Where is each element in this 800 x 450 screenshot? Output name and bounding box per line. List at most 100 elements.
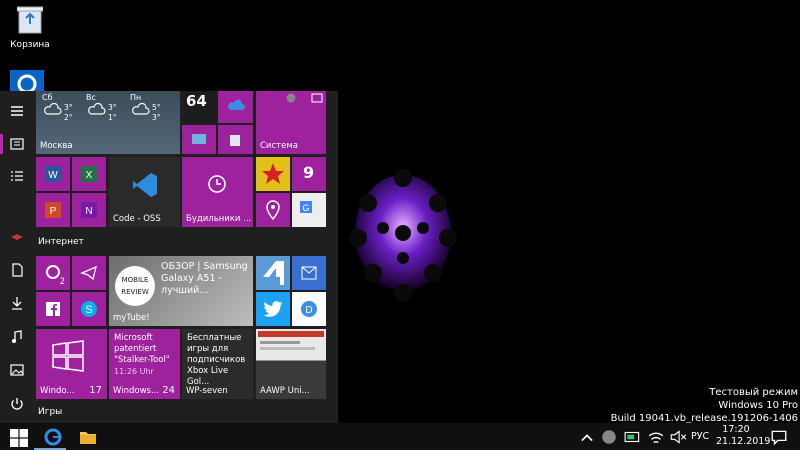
skype-icon: S xyxy=(81,301,97,317)
weather-high: 3° xyxy=(64,103,73,112)
weather-high: 3° xyxy=(108,103,117,112)
twitter-tile[interactable] xyxy=(256,292,290,326)
windows-tile-label: Windo... xyxy=(40,386,75,396)
windows-start-icon[interactable] xyxy=(10,429,28,447)
counter-tile[interactable]: 2 xyxy=(36,256,70,290)
recycle-bin[interactable]: Корзина xyxy=(6,4,54,50)
weather-day-name: Сб xyxy=(42,93,53,102)
chevron-up-icon[interactable] xyxy=(578,429,596,447)
onenote-tile[interactable]: N xyxy=(72,193,106,227)
news-headline: ОБЗОР | Samsung Galaxy A51 - лучший... xyxy=(161,261,248,296)
d-app-tile[interactable]: D xyxy=(292,292,326,326)
test-mode-watermark: Тестовый режим Windows 10 Pro Build 1904… xyxy=(611,386,798,425)
music-icon[interactable] xyxy=(9,329,25,345)
windows-logo-icon xyxy=(52,340,84,372)
store-tile[interactable] xyxy=(218,125,253,154)
translate-tile[interactable]: G xyxy=(292,193,326,227)
action-center-icon[interactable] xyxy=(770,428,788,446)
star-app-tile[interactable] xyxy=(256,157,290,191)
onedrive-tile[interactable] xyxy=(218,91,253,123)
tiles-icon[interactable] xyxy=(9,136,25,152)
tile-4[interactable] xyxy=(256,256,290,290)
twitter-icon xyxy=(263,301,282,317)
wallpaper-spiky-sphere xyxy=(349,169,457,302)
wp-seven-tile[interactable]: Бесплатные игры для подписчиков Xbox Liv… xyxy=(182,329,253,399)
weather-day-name: Вс xyxy=(86,93,96,102)
screenshot-preview-icon xyxy=(258,331,324,350)
alarms-tile[interactable]: Будильники ... xyxy=(182,157,253,227)
rail-selection-indicator xyxy=(0,134,3,154)
system-tile-label: Система xyxy=(260,141,298,151)
mytube-news-tile[interactable]: MOBILE REVIEW ОБЗОР | Samsung Galaxy A51… xyxy=(109,256,253,326)
windows-news-badge: 24 xyxy=(162,385,175,396)
pictures-icon[interactable] xyxy=(9,362,25,378)
weather-city: Москва xyxy=(40,141,73,151)
powerpoint-icon: P xyxy=(45,202,61,218)
svg-text:D: D xyxy=(305,305,312,316)
mail-tile[interactable] xyxy=(292,256,326,290)
aawp-tile[interactable]: AAWP Uni... xyxy=(256,329,326,399)
maps-tile[interactable] xyxy=(256,193,290,227)
all-apps-icon[interactable] xyxy=(9,169,25,185)
input-language[interactable]: РУС xyxy=(691,431,709,442)
windows-tile[interactable]: Windo... 17 xyxy=(36,329,107,399)
user-app-icon[interactable] xyxy=(9,229,25,245)
file-explorer-icon[interactable] xyxy=(79,428,97,446)
excel-icon: X xyxy=(81,166,97,182)
clock-time: 17:20 xyxy=(722,424,750,435)
facebook-tile[interactable] xyxy=(36,292,70,326)
tile-9[interactable]: 9 xyxy=(292,157,326,191)
powerpoint-tile[interactable]: P xyxy=(36,193,70,227)
counter-badge: 2 xyxy=(59,277,65,287)
system-icon xyxy=(311,93,323,103)
telegram-icon xyxy=(80,265,97,281)
four-icon xyxy=(263,261,284,285)
microsoft-news-text: Microsoft patentiert "Stalker-Tool" xyxy=(114,333,170,365)
recycle-bin-label: Корзина xyxy=(10,40,50,50)
code-oss-tile[interactable]: Code - OSS xyxy=(109,157,180,227)
watermark-line1: Тестовый режим xyxy=(709,387,798,398)
weather-low: 2° xyxy=(64,113,73,122)
facebook-icon xyxy=(46,302,60,316)
d-app-icon: D xyxy=(301,301,317,317)
telegram-tile[interactable] xyxy=(72,256,106,290)
alarms-label: Будильники ... xyxy=(186,214,252,224)
downloads-icon[interactable] xyxy=(9,295,25,311)
weather-tile[interactable]: Сб 3° 2° Вс 3° 1° Пн 5° 3° Москва xyxy=(36,91,180,154)
windows-news-tile[interactable]: Microsoft patentiert "Stalker-Tool" 11:2… xyxy=(109,329,180,399)
start-menu: Сб 3° 2° Вс 3° 1° Пн 5° 3° Москва 64 Сис… xyxy=(0,91,338,423)
group-games-label: Игры xyxy=(38,407,63,417)
cloud-icon xyxy=(88,102,106,115)
logo-line2: REVIEW xyxy=(121,288,149,296)
hamburger-icon[interactable] xyxy=(9,103,25,119)
system-tile[interactable]: Система xyxy=(256,91,326,154)
tile-64[interactable]: 64 xyxy=(182,91,216,123)
tile-9-text: 9 xyxy=(303,163,315,182)
sync-tray-icon[interactable] xyxy=(600,428,618,446)
cloud-icon xyxy=(44,102,62,115)
wp-seven-text: Бесплатные игры для подписчиков Xbox Liv… xyxy=(187,333,246,387)
word-tile[interactable]: W xyxy=(36,157,70,191)
wifi-icon[interactable] xyxy=(647,428,665,446)
start-rail xyxy=(0,91,34,423)
edge-browser-icon[interactable] xyxy=(44,428,62,446)
recycle-bin-icon xyxy=(230,135,240,146)
word-icon: W xyxy=(45,166,61,182)
photos-tile[interactable] xyxy=(182,125,216,154)
power-icon[interactable] xyxy=(9,396,25,412)
user-avatar-icon xyxy=(286,93,296,103)
windows-news-label: Windows... xyxy=(113,386,160,396)
weather-high: 5° xyxy=(152,103,161,112)
weather-day-1: Сб 3° 2° xyxy=(42,93,86,122)
onenote-icon: N xyxy=(81,202,97,218)
clock[interactable]: 17:20 21.12.2019 xyxy=(716,424,770,448)
documents-icon[interactable] xyxy=(9,262,25,278)
excel-tile[interactable]: X xyxy=(72,157,106,191)
svg-text:P: P xyxy=(50,206,57,217)
svg-text:X: X xyxy=(86,170,93,181)
skype-tile[interactable]: S xyxy=(72,292,106,326)
edge-desktop-icon[interactable] xyxy=(10,70,44,94)
battery-tray-icon[interactable] xyxy=(624,428,642,446)
volume-muted-icon[interactable] xyxy=(669,428,687,446)
cloud-icon xyxy=(132,102,150,115)
